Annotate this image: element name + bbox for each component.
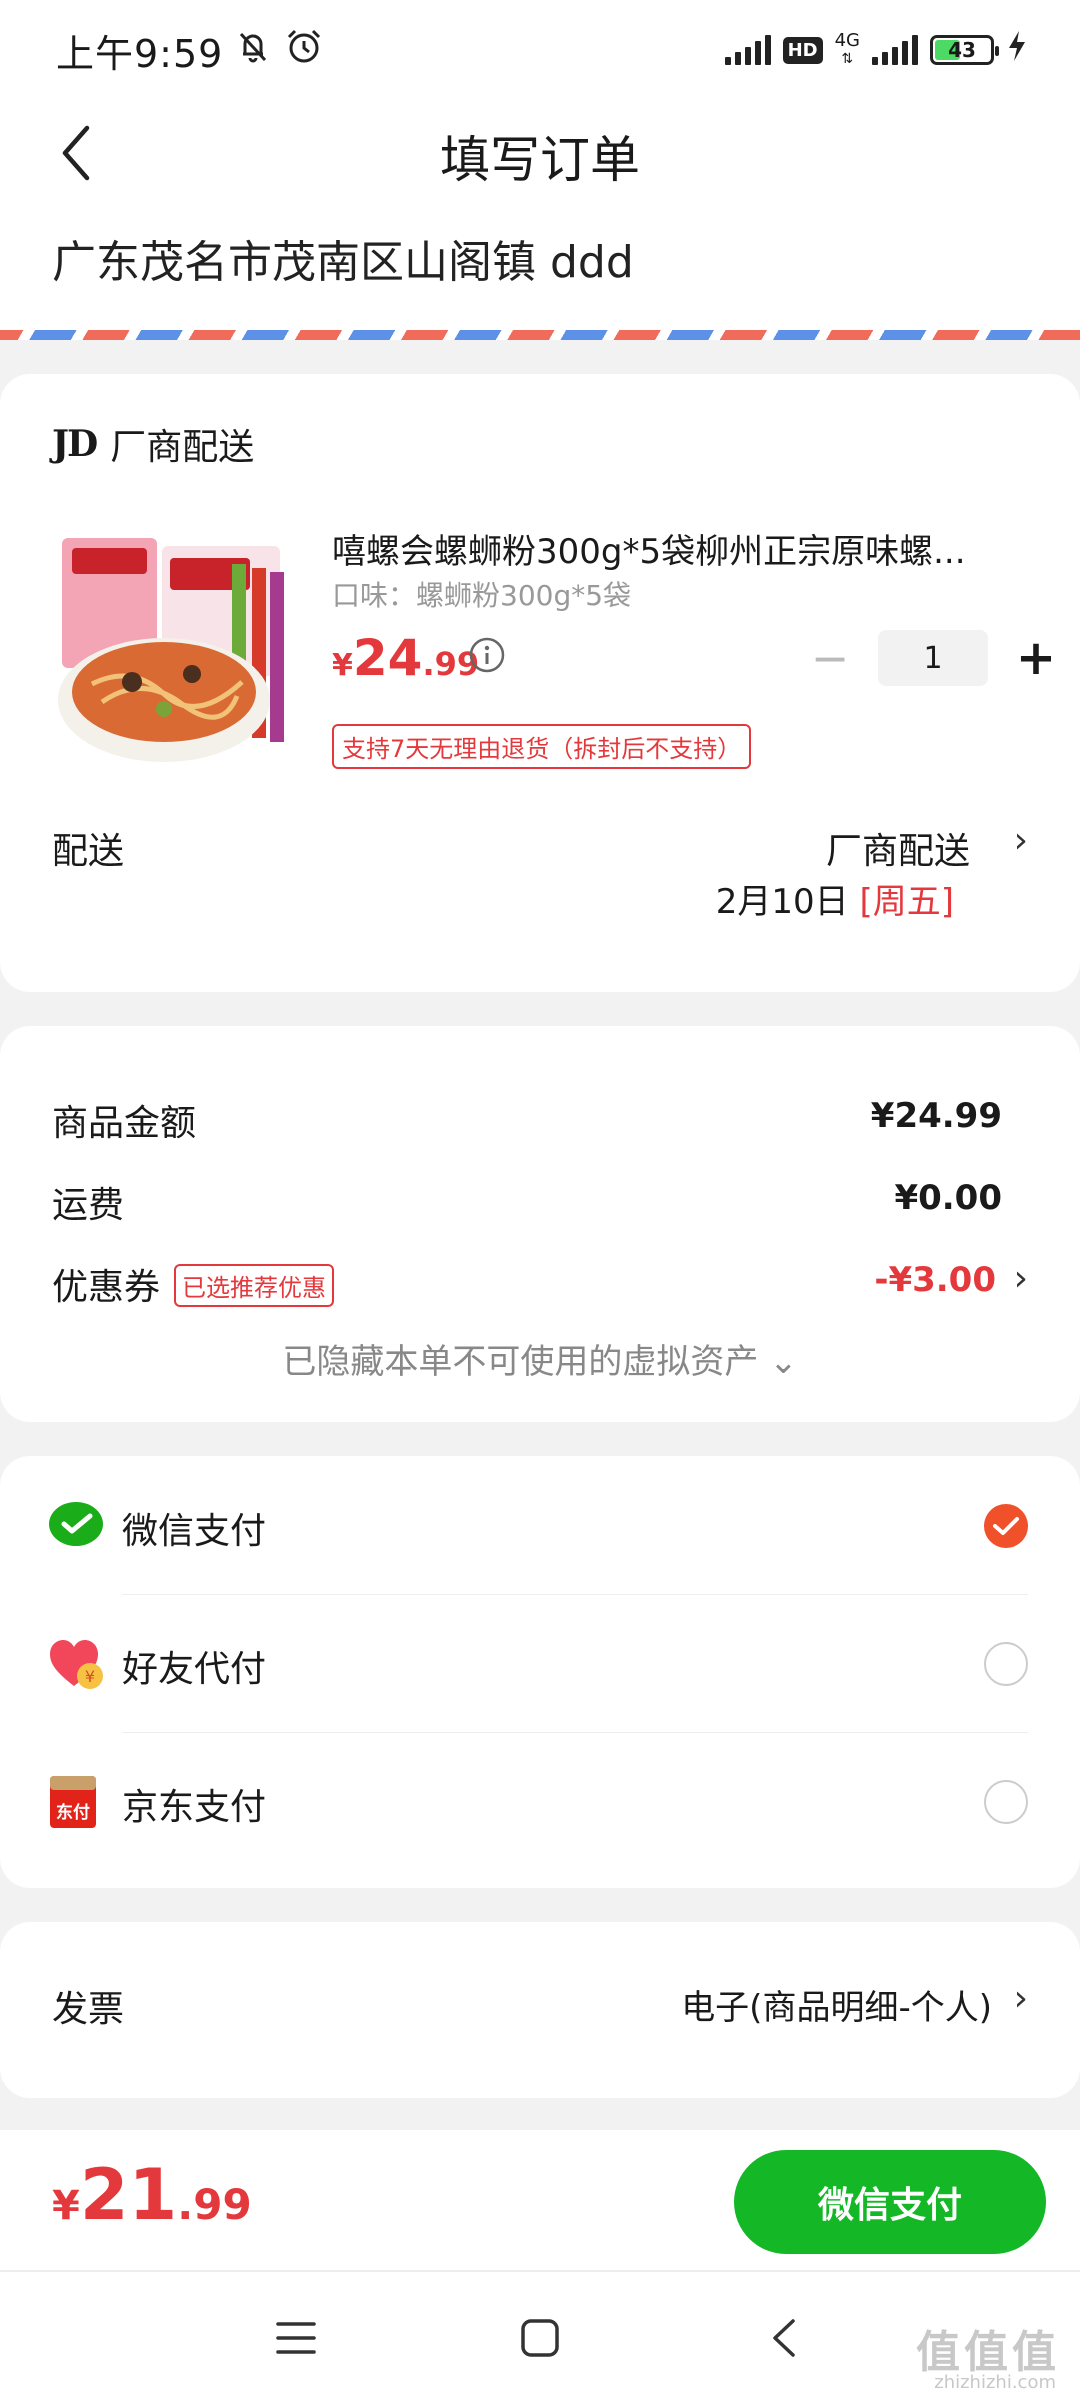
product-name[interactable]: 嘻螺会螺蛳粉300g*5袋柳州正宗原味螺... xyxy=(332,524,1012,573)
payment-label-jd: 京东支付 xyxy=(122,1787,267,1828)
return-policy-tag: 支持7天无理由退货（拆封后不支持） xyxy=(332,724,752,769)
hd-icon: HD xyxy=(782,36,823,64)
svg-text:¥: ¥ xyxy=(85,1667,95,1686)
invoice-chevron-icon[interactable]: › xyxy=(1014,1978,1028,2019)
increase-quantity-button[interactable]: + xyxy=(1006,630,1066,686)
product-spec: 口味：螺蛳粉300g*5袋 xyxy=(332,579,632,612)
page-title: 填写订单 xyxy=(440,131,640,189)
home-button[interactable] xyxy=(510,2308,570,2368)
payment-label-friend: 好友代付 xyxy=(122,1649,267,1690)
invoice-label: 发票 xyxy=(52,1989,125,2030)
battery-icon: 43 xyxy=(930,35,999,65)
total-integer: 21 xyxy=(79,2154,178,2236)
airmail-stripe xyxy=(0,330,1080,340)
quantity-stepper: − 1 + xyxy=(800,630,1066,686)
jd-pay-icon: 东付 xyxy=(48,1774,104,1830)
total-decimal: .99 xyxy=(177,2180,252,2229)
signal-icon-2 xyxy=(872,35,918,65)
shipping-label: 运费 xyxy=(52,1185,125,1226)
status-time: 上午9:59 xyxy=(56,31,224,76)
alarm-icon xyxy=(283,25,325,76)
order-card: JD 厂商配送 嘻螺会螺蛳粉300g*5袋柳州正宗原味螺... 口味：螺蛳粉30… xyxy=(0,374,1080,992)
watermark-url: zhizhizhi.com xyxy=(934,2372,1056,2393)
status-bar: 上午9:59 HD 4G ⇅ 43 xyxy=(0,0,1080,100)
network-4g-icon: 4G ⇅ xyxy=(834,30,860,68)
address-text: 广东茂名市茂南区山阁镇 ddd xyxy=(52,237,634,288)
payment-option-jd[interactable]: 东付 京东支付 xyxy=(0,1732,1080,1870)
payment-methods-card: 微信支付 ¥ 好友代付 东付 京东支付 xyxy=(0,1456,1080,1888)
back-triangle-icon xyxy=(773,2319,795,2357)
mute-bell-icon xyxy=(233,26,273,75)
invoice-card[interactable]: 发票 电子(商品明细-个人) › xyxy=(0,1922,1080,2098)
coupon-chevron-icon[interactable]: › xyxy=(1014,1258,1028,1299)
delivery-method[interactable]: 厂商配送 xyxy=(826,822,970,874)
address-section[interactable]: 广东茂名市茂南区山阁镇 ddd xyxy=(0,210,1080,340)
price-summary-card: 商品金额 ¥24.99 运费 ¥0.00 优惠券 已选推荐优惠 -¥3.00 ›… xyxy=(0,1026,1080,1422)
charging-icon xyxy=(1006,28,1028,72)
coupon-value[interactable]: -¥3.00 xyxy=(874,1260,996,1300)
total-price: ¥21.99 xyxy=(52,2154,252,2236)
quantity-value[interactable]: 1 xyxy=(878,630,988,686)
delivery-date-text: 2月10日 xyxy=(715,882,849,922)
svg-text:东付: 东付 xyxy=(56,1802,90,1823)
product-image[interactable] xyxy=(52,524,296,768)
payment-option-wechat[interactable]: 微信支付 xyxy=(0,1456,1080,1594)
checkout-bar: ¥21.99 微信支付 xyxy=(0,2130,1080,2270)
menu-icon xyxy=(276,2322,316,2354)
friend-pay-icon: ¥ xyxy=(48,1636,104,1692)
jd-logo: JD xyxy=(52,423,98,465)
payment-label-wechat: 微信支付 xyxy=(122,1511,267,1552)
radio-selected-wechat[interactable] xyxy=(984,1504,1028,1548)
shipping-value: ¥0.00 xyxy=(894,1178,1002,1218)
delivery-chevron-icon[interactable]: › xyxy=(1014,820,1028,861)
coupon-selected-tag: 已选推荐优惠 xyxy=(174,1264,334,1307)
network-type: 4G xyxy=(834,30,860,51)
check-icon xyxy=(993,1517,1019,1535)
radio-friend[interactable] xyxy=(984,1642,1028,1686)
coupon-label: 优惠券 xyxy=(52,1267,161,1308)
product-price: ¥24.99 xyxy=(332,629,479,687)
home-icon xyxy=(521,2319,559,2357)
goods-amount-value: ¥24.99 xyxy=(870,1096,1002,1136)
goods-amount-label: 商品金额 xyxy=(52,1103,197,1144)
delivery-weekday: [周五] xyxy=(859,882,954,922)
menu-button[interactable] xyxy=(266,2308,326,2368)
vendor-row: JD 厂商配送 xyxy=(52,418,254,470)
signal-icon xyxy=(724,35,771,65)
payment-option-friend[interactable]: ¥ 好友代付 xyxy=(0,1594,1080,1732)
decrease-quantity-button[interactable]: − xyxy=(800,631,860,685)
system-back-button[interactable] xyxy=(754,2308,814,2368)
invoice-value: 电子(商品明细-个人) xyxy=(681,1988,992,2028)
wechat-pay-icon xyxy=(48,1498,104,1554)
battery-level: 43 xyxy=(948,38,976,62)
wechat-pay-button[interactable]: 微信支付 xyxy=(734,2150,1046,2254)
total-symbol: ¥ xyxy=(52,2183,80,2229)
hidden-assets-toggle[interactable]: 已隐藏本单不可使用的虚拟资产 ⌄ xyxy=(0,1334,1080,1383)
delivery-label: 配送 xyxy=(52,831,125,872)
price-symbol: ¥ xyxy=(332,648,353,683)
delivery-date: 2月10日 [周五] xyxy=(716,874,954,923)
watermark: 值值值 xyxy=(916,2327,1060,2378)
radio-jd[interactable] xyxy=(984,1780,1028,1824)
vendor-name: 厂商配送 xyxy=(110,427,255,468)
info-icon[interactable] xyxy=(468,636,506,678)
price-integer: 24 xyxy=(352,629,423,687)
header: 填写订单 xyxy=(0,100,1080,210)
